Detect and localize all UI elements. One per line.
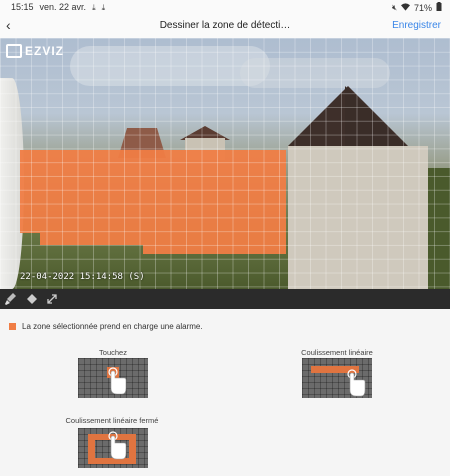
page-title: Dessiner la zone de détecti…: [159, 20, 291, 31]
legend-swatch: [9, 323, 16, 330]
download-icon: ⤓: [92, 2, 96, 12]
drawing-toolbar: [0, 289, 450, 309]
scene-tree: [428, 168, 450, 289]
detection-zone[interactable]: [40, 233, 143, 245]
ezviz-logo-text: EZVIZ: [25, 44, 65, 58]
detection-zone[interactable]: [20, 150, 286, 233]
zone-legend: La zone sélectionnée prend en charge une…: [9, 322, 203, 331]
ezviz-logo: EZVIZ: [6, 44, 64, 58]
app-header: ‹ Dessiner la zone de détecti… Enregistr…: [0, 14, 450, 38]
status-bar: 15:15 ven. 22 avr. ⤓ ⤓ 🔇︎ 71%: [0, 0, 450, 14]
closed-slide-demo-image: [78, 428, 148, 468]
brush-icon[interactable]: [4, 292, 18, 306]
status-date: ven. 22 avr.: [39, 2, 87, 12]
battery-percent: 71%: [413, 2, 432, 13]
touch-demo-label: Touchez: [99, 348, 127, 357]
camera-timestamp: 22-04-2022 15:14:58 (S): [20, 272, 145, 282]
camera-preview[interactable]: EZVIZ 22-04-2022 15:14:58 (S): [0, 38, 450, 289]
fullscreen-icon[interactable]: [45, 292, 59, 306]
legend-text: La zone sélectionnée prend en charge une…: [22, 322, 203, 331]
mute-icon: 🔇︎: [391, 2, 397, 12]
download-icon: ⤓: [101, 2, 106, 12]
scene-wall: [288, 146, 428, 289]
slide-demo-label: Coulissement linéaire: [301, 348, 373, 357]
scene-cloud: [240, 58, 390, 88]
closed-slide-demo-label: Coulissement linéaire fermé: [65, 416, 159, 425]
wifi-icon: [400, 2, 410, 13]
slide-demo-image: [302, 358, 372, 398]
battery-icon: [436, 2, 442, 13]
status-time: 15:15: [11, 2, 34, 12]
ezviz-logo-mark: [6, 44, 22, 58]
detection-zone[interactable]: [143, 233, 286, 254]
touch-demo-image: [78, 358, 148, 398]
save-button[interactable]: Enregistrer: [392, 20, 441, 31]
scene-cloud: [70, 46, 270, 86]
eraser-icon[interactable]: [25, 292, 39, 306]
